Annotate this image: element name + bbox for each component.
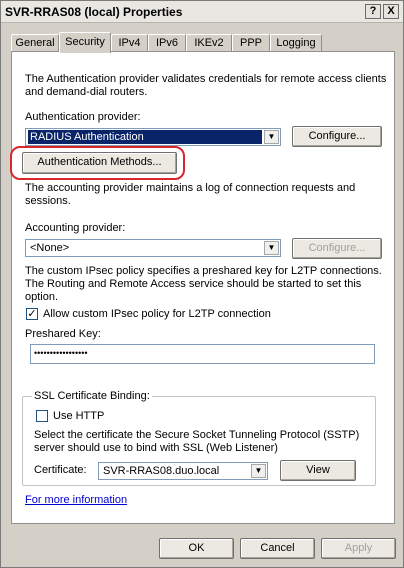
accounting-configure-button[interactable]: Configure... <box>292 238 382 259</box>
auth-provider-label: Authentication provider: <box>25 111 141 123</box>
title-bar[interactable]: SVR-RRAS08 (local) Properties ? X <box>1 1 403 23</box>
accounting-provider-value: <None> <box>30 242 70 254</box>
accounting-provider-select[interactable]: <None> ▼ <box>25 239 281 257</box>
auth-description-line2: and demand-dial routers. <box>25 86 148 98</box>
ssl-description-line1: Select the certificate the Secure Socket… <box>34 429 360 441</box>
apply-button[interactable]: Apply <box>321 538 396 559</box>
ssl-description-line2: server should use to bind with SSL (Web … <box>34 442 278 454</box>
preshared-key-label: Preshared Key: <box>25 328 101 340</box>
help-button[interactable]: ? <box>365 4 381 19</box>
ipsec-policy-checkbox-label[interactable]: Allow custom IPsec policy for L2TP conne… <box>43 308 271 321</box>
window-title: SVR-RRAS08 (local) Properties <box>5 5 183 19</box>
certificate-value: SVR-RRAS08.duo.local <box>103 465 220 477</box>
certificate-select[interactable]: SVR-RRAS08.duo.local ▼ <box>98 462 268 480</box>
certificate-label: Certificate: <box>34 464 87 476</box>
tab-logging[interactable]: Logging <box>270 34 322 52</box>
ok-button[interactable]: OK <box>159 538 234 559</box>
tab-ipv4[interactable]: IPv4 <box>111 34 148 52</box>
ipsec-description-line3: option. <box>25 291 59 303</box>
ipsec-description-line2: The Routing and Remote Access service sh… <box>25 278 362 290</box>
accounting-description-line2: sessions. <box>25 195 71 207</box>
preshared-key-field[interactable]: ••••••••••••••••• <box>30 344 375 364</box>
security-tab-panel: The Authentication provider validates cr… <box>10 51 395 524</box>
tab-ppp[interactable]: PPP <box>232 34 270 52</box>
cancel-button[interactable]: Cancel <box>240 538 315 559</box>
ipsec-policy-checkbox[interactable]: ✓ <box>26 308 38 320</box>
ipsec-description-line1: The custom IPsec policy specifies a pres… <box>25 265 382 277</box>
accounting-provider-label: Accounting provider: <box>25 222 126 234</box>
use-http-label[interactable]: Use HTTP <box>53 410 104 423</box>
chevron-down-icon[interactable]: ▼ <box>264 241 279 255</box>
authentication-methods-button[interactable]: Authentication Methods... <box>22 152 177 174</box>
close-button[interactable]: X <box>383 4 399 19</box>
auth-provider-select[interactable]: RADIUS Authentication ▼ <box>25 128 281 146</box>
use-http-checkbox[interactable] <box>36 410 48 422</box>
tab-security[interactable]: Security <box>59 32 111 53</box>
tab-ipv6[interactable]: IPv6 <box>148 34 186 52</box>
auth-configure-button[interactable]: Configure... <box>292 126 382 147</box>
chevron-down-icon[interactable]: ▼ <box>264 130 279 144</box>
properties-dialog: SVR-RRAS08 (local) Properties ? X Genera… <box>0 0 404 568</box>
auth-provider-value: RADIUS Authentication <box>28 130 262 144</box>
more-information-link[interactable]: For more information <box>25 494 127 506</box>
auth-description-line1: The Authentication provider validates cr… <box>25 73 387 85</box>
tab-general[interactable]: General <box>11 34 59 52</box>
accounting-description-line1: The accounting provider maintains a log … <box>25 182 356 194</box>
ssl-group-label: SSL Certificate Binding: <box>32 390 152 403</box>
tab-ikev2[interactable]: IKEv2 <box>186 34 232 52</box>
view-certificate-button[interactable]: View <box>280 460 356 481</box>
chevron-down-icon[interactable]: ▼ <box>251 464 266 478</box>
